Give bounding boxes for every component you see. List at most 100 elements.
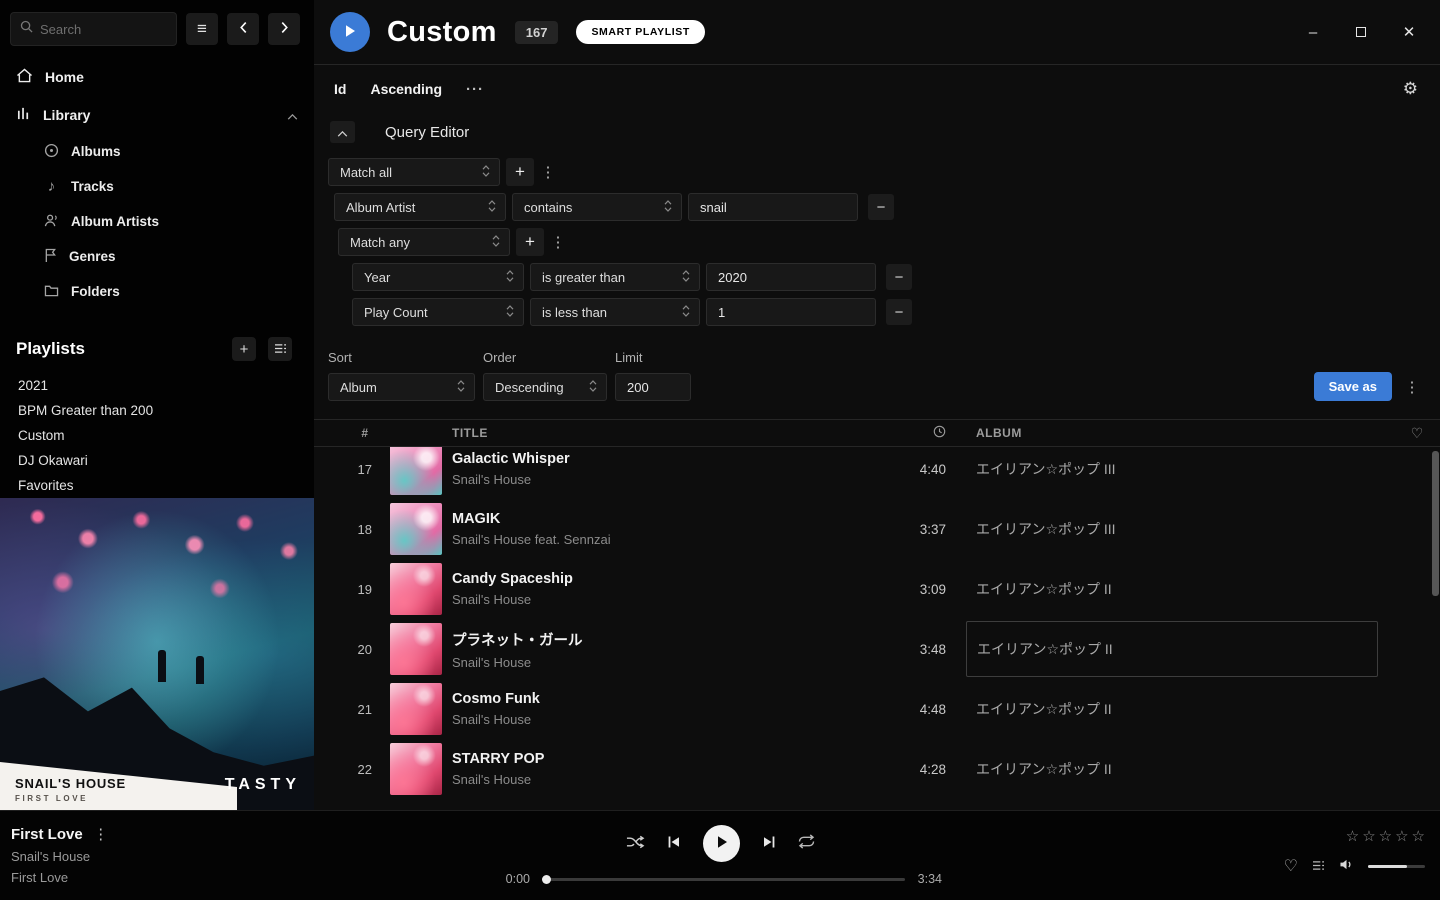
sidebar-item-albums[interactable]: Albums: [0, 134, 314, 169]
sidebar-item-folders[interactable]: Folders: [0, 274, 314, 309]
star-icon[interactable]: ☆: [1346, 827, 1359, 845]
track-row[interactable]: 19 Candy Spaceship Snail's House 3:09 エイ…: [314, 559, 1440, 619]
match-mode-select[interactable]: Match any: [338, 228, 510, 256]
search-box[interactable]: [10, 12, 177, 46]
app-window: ≡ Home Library: [0, 0, 1440, 900]
star-icon[interactable]: ☆: [1362, 827, 1375, 845]
add-rule-button[interactable]: +: [516, 228, 544, 256]
next-track-button[interactable]: [762, 835, 776, 852]
track-duration: 4:28: [896, 762, 966, 777]
sidebar-item-genres[interactable]: Genres: [0, 239, 314, 274]
sidebar-top-bar: ≡: [0, 0, 314, 52]
order-select[interactable]: Descending: [483, 373, 607, 401]
track-album-focused[interactable]: エイリアン☆ポップ II: [966, 621, 1394, 677]
star-icon[interactable]: ☆: [1412, 827, 1425, 845]
save-as-button[interactable]: Save as: [1314, 372, 1392, 401]
sidebar-item-home[interactable]: Home: [0, 58, 314, 96]
sidebar-item-library[interactable]: Library: [0, 96, 314, 134]
remove-rule-button[interactable]: −: [886, 299, 912, 325]
column-favorite[interactable]: ♡: [1394, 425, 1440, 442]
star-icon[interactable]: ☆: [1379, 827, 1392, 845]
now-playing-artist: Snail's House: [11, 849, 109, 864]
remove-rule-button[interactable]: −: [886, 264, 912, 290]
sort-field-button[interactable]: Id: [334, 81, 346, 97]
playlists-header: Playlists +: [0, 309, 314, 369]
remove-rule-button[interactable]: −: [868, 194, 894, 220]
star-icon[interactable]: ☆: [1395, 827, 1408, 845]
now-playing-album: First Love: [11, 870, 109, 885]
playlist-item[interactable]: Favorites: [18, 473, 314, 498]
repeat-button[interactable]: [798, 834, 815, 852]
rule-operator-select[interactable]: is less than: [530, 298, 700, 326]
nav-forward-button[interactable]: [268, 13, 300, 45]
collapse-query-editor-button[interactable]: [330, 121, 355, 143]
search-input[interactable]: [40, 22, 167, 37]
rule-field-select[interactable]: Year: [352, 263, 524, 291]
elapsed-time: 0:00: [498, 872, 530, 886]
playlist-item[interactable]: 2021: [18, 373, 314, 398]
sidebar-item-tracks[interactable]: ♪ Tracks: [0, 169, 314, 204]
playlist-item[interactable]: BPM Greater than 200: [18, 398, 314, 423]
play-pause-button[interactable]: [703, 825, 740, 862]
play-icon: [344, 24, 356, 41]
sort-select[interactable]: Album: [328, 373, 475, 401]
playlist-list-button[interactable]: [268, 337, 292, 361]
maximize-button[interactable]: [1352, 23, 1370, 41]
scrollbar-thumb[interactable]: [1432, 451, 1439, 596]
volume-button[interactable]: [1339, 858, 1354, 874]
playlist-item[interactable]: Custom: [18, 423, 314, 448]
track-row[interactable]: 22 STARRY POP Snail's House 4:28 エイリアン☆ポ…: [314, 739, 1440, 799]
menu-button[interactable]: ≡: [186, 13, 218, 45]
track-row[interactable]: 17 Galactic Whisper Snail's House 4:40 エ…: [314, 447, 1440, 499]
updown-icon: [682, 270, 690, 285]
group-menu-button[interactable]: ⋮: [540, 163, 556, 181]
group-menu-button[interactable]: ⋮: [550, 233, 566, 251]
play-playlist-button[interactable]: [330, 12, 370, 52]
more-options-button[interactable]: ···: [466, 81, 484, 98]
rule-field-select[interactable]: Play Count: [352, 298, 524, 326]
chevron-up-icon[interactable]: [287, 107, 298, 123]
rule-value-input[interactable]: [688, 193, 858, 221]
match-mode-select[interactable]: Match all: [328, 158, 500, 186]
album-art-thumbnail: [390, 503, 442, 555]
sort-direction-button[interactable]: Ascending: [370, 81, 442, 97]
add-rule-button[interactable]: +: [506, 158, 534, 186]
settings-gear-icon[interactable]: ⚙: [1403, 79, 1418, 99]
now-playing-info: First Love ⋮ Snail's House First Love: [11, 825, 109, 885]
column-number[interactable]: #: [314, 426, 372, 440]
track-row[interactable]: 20 プラネット・ガール Snail's House 3:48 エイリアン☆ポッ…: [314, 619, 1440, 679]
close-button[interactable]: ✕: [1400, 23, 1418, 41]
nav-back-button[interactable]: [227, 13, 259, 45]
rule-value-input[interactable]: [706, 298, 876, 326]
seek-handle[interactable]: [542, 875, 551, 884]
playlist-item[interactable]: DJ Okawari: [18, 448, 314, 473]
shuffle-button[interactable]: [626, 835, 645, 852]
track-row[interactable]: 18 MAGIK Snail's House feat. Sennzai 3:3…: [314, 499, 1440, 559]
seek-bar[interactable]: [543, 878, 905, 881]
limit-input[interactable]: [615, 373, 691, 401]
now-playing-menu-button[interactable]: ⋮: [93, 825, 109, 843]
rule-field-select[interactable]: Album Artist: [334, 193, 506, 221]
track-artist: Snail's House: [452, 592, 896, 607]
favorite-button[interactable]: ♡: [1284, 856, 1298, 876]
track-row[interactable]: 21 Cosmo Funk Snail's House 4:48 エイリアン☆ポ…: [314, 679, 1440, 739]
column-title[interactable]: TITLE: [442, 426, 896, 440]
volume-slider[interactable]: [1368, 865, 1425, 868]
add-playlist-button[interactable]: +: [232, 337, 256, 361]
rule-value-input[interactable]: [706, 263, 876, 291]
rule-operator-select[interactable]: contains: [512, 193, 682, 221]
save-menu-button[interactable]: ⋮: [1404, 378, 1420, 396]
hamburger-icon: ≡: [197, 19, 207, 39]
column-duration[interactable]: [896, 425, 966, 441]
minimize-button[interactable]: –: [1304, 23, 1322, 41]
column-album[interactable]: ALBUM: [966, 426, 1394, 440]
artist-icon: [44, 213, 59, 231]
smart-playlist-badge: SMART PLAYLIST: [576, 20, 704, 44]
track-artist: Snail's House: [452, 472, 896, 487]
updown-icon: [664, 200, 672, 215]
track-album: エイリアン☆ポップ III: [966, 459, 1394, 479]
rule-operator-select[interactable]: is greater than: [530, 263, 700, 291]
queue-button[interactable]: [1312, 859, 1325, 874]
sidebar-item-album-artists[interactable]: Album Artists: [0, 204, 314, 239]
previous-track-button[interactable]: [667, 835, 681, 852]
